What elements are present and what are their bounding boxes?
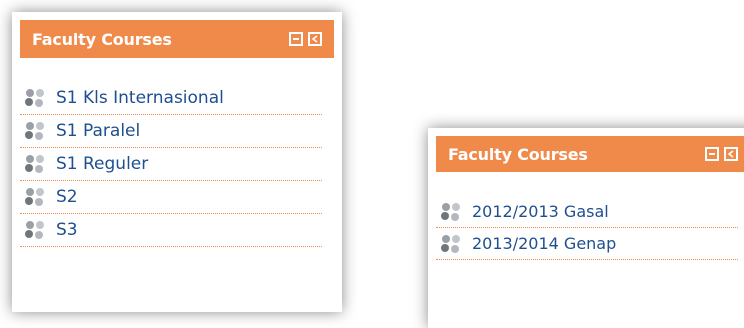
list-item[interactable]: S2 xyxy=(20,181,322,214)
course-category-icon xyxy=(25,89,44,107)
course-category-icon xyxy=(25,155,44,173)
item-label: S2 xyxy=(56,187,78,207)
course-category-icon xyxy=(441,234,460,253)
item-label: S1 Paralel xyxy=(56,121,141,141)
minimize-icon[interactable] xyxy=(705,147,719,161)
item-label: S1 Reguler xyxy=(56,154,149,174)
block-header: Faculty Courses xyxy=(20,20,334,58)
item-label: 2012/2013 Gasal xyxy=(472,202,609,221)
list-item[interactable]: 2013/2014 Genap xyxy=(436,228,738,260)
faculty-courses-block-left: Faculty Courses S1 Kls Internasional S1 … xyxy=(12,12,342,312)
minimize-icon[interactable] xyxy=(289,32,303,46)
block-title: Faculty Courses xyxy=(32,29,172,49)
block-controls xyxy=(289,32,322,46)
course-list: 2012/2013 Gasal 2013/2014 Genap xyxy=(436,196,738,260)
course-category-icon xyxy=(441,202,460,221)
item-label: S3 xyxy=(56,220,78,240)
list-item[interactable]: S1 Kls Internasional xyxy=(20,82,322,115)
course-category-icon xyxy=(25,221,44,239)
collapse-left-icon[interactable] xyxy=(724,147,738,161)
list-item[interactable]: S3 xyxy=(20,214,322,247)
faculty-courses-block-right: Faculty Courses 2012/2013 Gasal 2013/201… xyxy=(428,128,744,328)
course-category-icon xyxy=(25,122,44,140)
block-controls xyxy=(705,147,738,161)
list-item[interactable]: S1 Reguler xyxy=(20,148,322,181)
list-item[interactable]: 2012/2013 Gasal xyxy=(436,196,738,228)
item-label: S1 Kls Internasional xyxy=(56,88,224,108)
item-label: 2013/2014 Genap xyxy=(472,234,617,253)
list-item[interactable]: S1 Paralel xyxy=(20,115,322,148)
course-list: S1 Kls Internasional S1 Paralel S1 Regul… xyxy=(20,82,322,247)
block-title: Faculty Courses xyxy=(448,144,588,164)
course-category-icon xyxy=(25,188,44,206)
collapse-left-icon[interactable] xyxy=(308,32,322,46)
block-header: Faculty Courses xyxy=(436,136,744,172)
